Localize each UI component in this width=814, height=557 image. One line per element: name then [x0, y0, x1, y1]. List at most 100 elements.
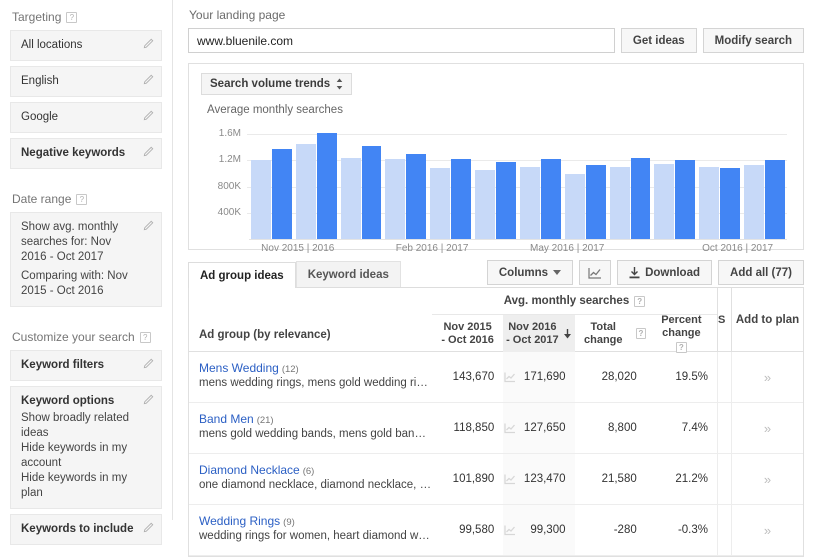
table-row[interactable]: Wedding Rings (9) wedding rings for women,…: [189, 505, 803, 556]
targeting-item-google[interactable]: Google: [10, 102, 162, 133]
chart-bar-current[interactable]: [540, 159, 561, 239]
chart-bar-current[interactable]: [630, 158, 651, 239]
date-range-card[interactable]: Show avg. monthly searches for: Nov 2016…: [10, 212, 162, 307]
column-header-ad-group[interactable]: Ad group (by relevance): [189, 288, 432, 351]
chart-bar-previous[interactable]: [340, 157, 361, 239]
download-button[interactable]: Download: [617, 260, 713, 285]
chart-bar-previous[interactable]: [564, 173, 585, 239]
chart-bar-pair[interactable]: [608, 158, 653, 239]
chart-bar-previous[interactable]: [251, 160, 271, 239]
chart-bar-previous[interactable]: [699, 167, 720, 239]
chart-bar-previous[interactable]: [609, 166, 630, 239]
add-to-plan-button[interactable]: »: [731, 505, 803, 555]
chart-bar-pair[interactable]: [697, 167, 742, 239]
chart-x-tick-label: Oct 2016 | 2017: [702, 243, 774, 254]
tab-ad-group-ideas[interactable]: Ad group ideas: [188, 262, 296, 288]
chart-bar-pair[interactable]: [563, 164, 608, 239]
help-icon[interactable]: ?: [675, 342, 687, 353]
chart-bar-pair[interactable]: [383, 153, 428, 239]
chart-bar-previous[interactable]: [744, 164, 765, 239]
column-header-suggested-bid-clipped[interactable]: S: [717, 288, 731, 351]
help-icon[interactable]: ?: [636, 328, 646, 339]
cell-ad-group: Diamond Necklace (6) one diamond necklace,…: [189, 454, 432, 504]
help-icon[interactable]: ?: [76, 193, 88, 205]
column-header-total-change[interactable]: Total change ?: [575, 315, 646, 352]
targeting-item-english[interactable]: English: [10, 66, 162, 97]
chart-bar-previous[interactable]: [430, 167, 451, 239]
chart-toggle-button[interactable]: [579, 260, 612, 285]
chart-bar-current[interactable]: [675, 160, 696, 239]
pencil-icon[interactable]: [142, 38, 154, 50]
help-icon[interactable]: ?: [634, 295, 646, 307]
table-row[interactable]: Band Men (21) mens gold wedding bands, men…: [189, 403, 803, 454]
chart-bar-current[interactable]: [271, 148, 292, 239]
chart-bar-current[interactable]: [585, 164, 606, 239]
chart-metric-selector[interactable]: Search volume trends: [201, 73, 353, 95]
chart-bar-current[interactable]: [361, 146, 382, 239]
pencil-icon[interactable]: [142, 74, 154, 86]
chart-bar-pair[interactable]: [518, 159, 563, 239]
help-icon[interactable]: ?: [66, 11, 78, 23]
chart-bar-current[interactable]: [765, 160, 785, 239]
column-header-prev-line2: - Oct 2016: [441, 333, 494, 346]
landing-page-input[interactable]: [188, 28, 615, 53]
ad-group-link[interactable]: Mens Wedding: [199, 361, 279, 375]
tab-keyword-ideas[interactable]: Keyword ideas: [295, 261, 401, 287]
chart-metric-selector-label: Search volume trends: [210, 78, 331, 90]
chart-bar-current[interactable]: [316, 132, 337, 239]
sparkline-icon[interactable]: [504, 423, 516, 434]
landing-page-label: Your landing page: [189, 8, 286, 22]
chart-bar-current[interactable]: [451, 158, 472, 239]
column-header-percent-change[interactable]: Percent change ?: [646, 314, 717, 353]
pencil-icon[interactable]: [142, 522, 154, 534]
pencil-icon[interactable]: [142, 110, 154, 122]
chart-bar-pair[interactable]: [339, 146, 384, 239]
chart-bar-pair[interactable]: [473, 161, 518, 239]
chart-bar-pair[interactable]: [742, 160, 787, 239]
add-to-plan-button[interactable]: »: [731, 454, 803, 504]
keyword-options-card[interactable]: Keyword options Show broadly related ide…: [10, 386, 162, 509]
ad-group-link[interactable]: Wedding Rings: [199, 514, 280, 528]
table-row[interactable]: Mens Wedding (12) mens wedding rings, mens…: [189, 352, 803, 403]
ad-group-count: (12): [281, 364, 299, 375]
targeting-item-all-locations[interactable]: All locations: [10, 30, 162, 61]
add-to-plan-button[interactable]: »: [731, 352, 803, 402]
chart-bar-pair[interactable]: [652, 160, 697, 239]
add-all-button[interactable]: Add all (77): [718, 260, 804, 285]
chart-bar-previous[interactable]: [385, 159, 406, 239]
pencil-icon[interactable]: [142, 220, 154, 232]
keyword-filters-card[interactable]: Keyword filters: [10, 350, 162, 381]
pencil-icon[interactable]: [142, 146, 154, 158]
targeting-item-negative-keywords[interactable]: Negative keywords: [10, 138, 162, 169]
chart-bar-current[interactable]: [720, 168, 741, 239]
add-to-plan-button[interactable]: »: [731, 403, 803, 453]
ad-group-link[interactable]: Diamond Necklace: [199, 463, 300, 477]
chart-bar-previous[interactable]: [475, 169, 496, 239]
chart-bar-pair[interactable]: [249, 148, 294, 239]
pencil-icon[interactable]: [142, 394, 154, 406]
sparkline-icon[interactable]: [504, 372, 516, 383]
columns-button[interactable]: Columns: [486, 260, 574, 285]
chart-bar-previous[interactable]: [519, 166, 540, 239]
chart-bar-pair[interactable]: [294, 132, 339, 239]
column-header-prev-period[interactable]: Nov 2015 - Oct 2016: [432, 315, 503, 352]
sparkline-icon[interactable]: [504, 474, 516, 485]
chart-bar-previous[interactable]: [654, 164, 675, 239]
pencil-icon[interactable]: [142, 358, 154, 370]
chart-bar-pair[interactable]: [428, 158, 473, 239]
chart-bar-current[interactable]: [406, 153, 427, 239]
avg-monthly-searches-group-header: Avg. monthly searches ?: [432, 288, 717, 314]
search-volume-chart-panel: Search volume trends Average monthly sea…: [188, 63, 804, 254]
cell-ad-group: Mens Wedding (12) mens wedding rings, mens…: [189, 352, 432, 402]
help-icon[interactable]: ?: [139, 331, 151, 343]
chart-bar-previous[interactable]: [295, 143, 316, 239]
table-row[interactable]: Diamond Necklace (6) one diamond necklace,…: [189, 454, 803, 505]
chart-bar-current[interactable]: [496, 161, 516, 239]
column-header-current-period[interactable]: Nov 2016 - Oct 2017: [503, 315, 575, 352]
modify-search-button[interactable]: Modify search: [702, 28, 804, 53]
sparkline-icon[interactable]: [504, 525, 516, 536]
ad-group-link[interactable]: Band Men: [199, 412, 254, 426]
get-ideas-button[interactable]: Get ideas: [620, 28, 697, 53]
keywords-to-include-card[interactable]: Keywords to include: [10, 514, 162, 545]
